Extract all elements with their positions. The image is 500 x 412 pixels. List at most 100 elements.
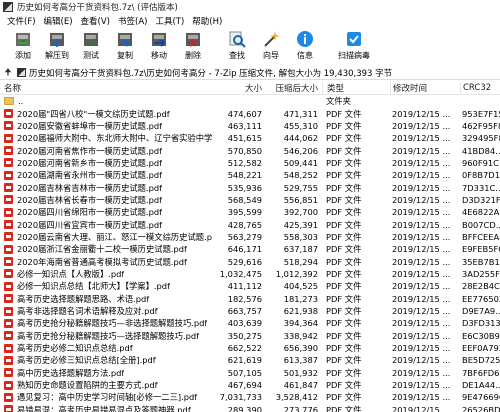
column-header-type[interactable]: 类型 bbox=[322, 82, 390, 94]
menu-bookmarks[interactable]: 书签(A) bbox=[114, 15, 151, 27]
file-crc: 9E476696 bbox=[462, 392, 500, 403]
file-name: 高考历史抢分秘籍解题技巧—非选择题解题技巧.pdf bbox=[17, 318, 208, 329]
file-row[interactable]: 2020届河南省焦作市一模历史试题.pdf 570,850 546,206 PDF 文… bbox=[0, 144, 500, 156]
file-row[interactable]: 高考历史选择题解题思路、术语.pdf 182,576 181,273 PDF 文件 20… bbox=[0, 293, 500, 305]
pdf-file-icon bbox=[4, 269, 13, 279]
file-crc: EEF0A792 bbox=[462, 343, 500, 354]
file-size: 428,765 bbox=[227, 219, 262, 230]
column-header-size[interactable]: 大小 bbox=[212, 82, 264, 94]
column-header-modified[interactable]: 修改时间 bbox=[390, 82, 460, 94]
file-row[interactable]: 2020年海南省普通高考模拟考试历史试题.pdf 529,616 518,294 PD… bbox=[0, 255, 500, 267]
file-row[interactable]: 高考历史必修二知识点总结.pdf 662,522 656,390 PDF 文件 2019… bbox=[0, 342, 500, 354]
file-row[interactable]: 高考非选择题名词术语解释及应对.pdf 663,757 621,938 PDF 文件 2… bbox=[0, 305, 500, 317]
file-row[interactable]: 2020届"四省八校"一模文综历史试题.pdf 474,607 471,311 PDF… bbox=[0, 107, 500, 119]
pdf-file-icon bbox=[4, 183, 13, 193]
address-field[interactable]: 历史如何考高分干货资料包.7z\历史如何考高分 - 7-Zip 压缩文件, 解包… bbox=[17, 67, 498, 79]
column-header-name[interactable]: 名称 bbox=[0, 82, 212, 94]
file-rows: .. 文件夹 2020届"四省八校"一模文综历史试题.pdf 474,607 471,3… bbox=[0, 95, 500, 412]
file-row[interactable]: 2020届福师大附中、东北师大附中、辽宁省实验中学一... 451,615 444,… bbox=[0, 132, 500, 144]
file-name-cell: 2020届四川省绵阳市一模历史试题.pdf bbox=[0, 206, 212, 218]
menu-edit[interactable]: 编辑(E) bbox=[40, 15, 77, 27]
extract-button[interactable]: 解压到 bbox=[40, 28, 74, 64]
file-row[interactable]: 2020届浙江省金丽衢十二校一模历史试题.pdf 646,171 637,187 PD… bbox=[0, 243, 500, 255]
file-row[interactable]: 2020届吉林省吉林市一模历史试题.pdf 535,936 529,755 PDF 文… bbox=[0, 181, 500, 193]
file-packed-size: 273,776 bbox=[283, 404, 318, 412]
column-header-crc[interactable]: CRC32 bbox=[460, 83, 500, 93]
file-row[interactable]: 2020届安徽省蚌埠市一模历史试题.pdf 463,111 455,310 PDF 文… bbox=[0, 120, 500, 132]
file-name-cell: 2020届四川省宜宾市一模历史试题.pdf bbox=[0, 219, 212, 231]
file-name: 熟知历史命题设置陷阱的主要方式.pdf bbox=[17, 380, 158, 391]
file-type: PDF 文件 bbox=[326, 108, 362, 119]
file-type: PDF 文件 bbox=[326, 293, 362, 304]
file-name-cell: 2020届湖南省永州市一模历史试题.pdf bbox=[0, 169, 212, 181]
copy-button[interactable]: 复制 bbox=[108, 28, 142, 64]
file-type: PDF 文件 bbox=[326, 343, 362, 354]
info-button[interactable]: 信息 bbox=[288, 28, 322, 64]
extract-icon bbox=[50, 33, 64, 48]
file-row[interactable]: 高考历史必修三知识点总结[全册].pdf 621,619 613,387 PDF 文件… bbox=[0, 354, 500, 366]
test-label: 测试 bbox=[83, 51, 99, 60]
file-modified: 2019/12/15 ... bbox=[392, 256, 451, 267]
add-button[interactable]: 添加 bbox=[6, 28, 40, 64]
file-packed-size: 529,755 bbox=[283, 182, 318, 193]
file-modified: 2019/12/15 ... bbox=[392, 194, 451, 205]
wizard-button[interactable]: 向导 bbox=[254, 28, 288, 64]
column-header-packed-size[interactable]: 压缩后大小 bbox=[264, 82, 322, 94]
file-name: 2020届河南省新乡市一模历史试题.pdf bbox=[17, 157, 163, 168]
virus-scan-button[interactable]: 扫描病毒 bbox=[332, 28, 376, 64]
file-modified: 2019/12/15 ... bbox=[392, 330, 451, 341]
menu-view[interactable]: 查看(V) bbox=[77, 15, 114, 27]
file-row[interactable]: 高考历史抢分秘籍解题技巧—选择题解题技巧.pdf 350,275 338,942 PD… bbox=[0, 330, 500, 342]
file-row[interactable]: 2020届河南省新乡市一模历史试题.pdf 512,582 509,441 PDF 文… bbox=[0, 157, 500, 169]
file-size: 411,112 bbox=[227, 281, 262, 292]
delete-button[interactable]: 删除 bbox=[176, 28, 210, 64]
find-button[interactable]: 查找 bbox=[220, 28, 254, 64]
file-row[interactable]: 易错易混：高考历史易错易混点及答题神器.pdf 289,390 273,776 PDF… bbox=[0, 404, 500, 412]
move-button[interactable]: 移动 bbox=[142, 28, 176, 64]
file-row[interactable]: 必修一知识点总结【北师大】【学案】.pdf 411,112 404,525 PDF 文… bbox=[0, 280, 500, 292]
file-row[interactable]: 2020届四川省绵阳市一模历史试题.pdf 395,599 392,700 PDF 文… bbox=[0, 206, 500, 218]
file-row[interactable]: 2020届吉林省长春市一模历史试题.pdf 568,549 556,851 PDF 文… bbox=[0, 194, 500, 206]
file-name: .. bbox=[18, 96, 24, 107]
file-row[interactable]: 2020届云南省大理、丽江、怒江一模文综历史试题.pdf 563,279 558,3… bbox=[0, 231, 500, 243]
pdf-file-icon bbox=[4, 281, 13, 291]
file-name-cell: 2020届福师大附中、东北师大附中、辽宁省实验中学一... bbox=[0, 132, 212, 144]
file-row[interactable]: 2020届湖南省永州市一模历史试题.pdf 548,221 548,252 PDF 文… bbox=[0, 169, 500, 181]
menu-file[interactable]: 文件(F) bbox=[3, 15, 40, 27]
pdf-file-icon bbox=[4, 244, 13, 254]
file-crc: 953E7F15 bbox=[462, 108, 500, 119]
file-packed-size: 501,932 bbox=[283, 367, 318, 378]
file-crc: BFFCEEA4 bbox=[462, 231, 500, 242]
file-name-cell: 2020届吉林省长春市一模历史试题.pdf bbox=[0, 194, 212, 206]
file-row[interactable]: 高中历史选择题解题方法.pdf 507,105 501,932 PDF 文件 2019/… bbox=[0, 367, 500, 379]
file-row[interactable]: 必修一知识点【人教版】.pdf 1,032,475 1,012,392 PDF 文件 2… bbox=[0, 268, 500, 280]
file-name: 必修一知识点【人教版】.pdf bbox=[17, 268, 125, 279]
file-size: 474,607 bbox=[227, 108, 262, 119]
file-row[interactable]: 遇见复习：高中历史学习时间轴[必修一二三].pdf 7,031,733 3,528,… bbox=[0, 391, 500, 403]
delete-label: 删除 bbox=[185, 51, 201, 60]
menu-bar: 文件(F) 编辑(E) 查看(V) 书签(A) 工具(T) 帮助(H) bbox=[0, 14, 500, 28]
file-name: 2020届吉林省长春市一模历史试题.pdf bbox=[17, 194, 163, 205]
file-type: PDF 文件 bbox=[326, 281, 362, 292]
file-size: 289,390 bbox=[227, 404, 262, 412]
file-name-cell: 2020届浙江省金丽衢十二校一模历史试题.pdf bbox=[0, 243, 212, 255]
move-icon bbox=[152, 33, 166, 47]
file-row[interactable]: 熟知历史命题设置陷阱的主要方式.pdf 467,694 461,847 PDF 文件 2… bbox=[0, 379, 500, 391]
menu-help[interactable]: 帮助(H) bbox=[188, 15, 226, 27]
file-modified: 2019/12/15 ... bbox=[392, 145, 451, 156]
file-modified: 2019/12/15 ... bbox=[392, 392, 451, 403]
file-size: 570,850 bbox=[227, 145, 262, 156]
virus-scan-icon bbox=[347, 32, 361, 46]
folder-icon bbox=[4, 97, 14, 106]
file-row[interactable]: 高考历史抢分秘籍解题技巧—非选择题解题技巧.pdf 403,639 394,364 P… bbox=[0, 317, 500, 329]
test-button[interactable]: 测试 bbox=[74, 28, 108, 64]
file-modified: 2019/12/15 ... bbox=[392, 219, 451, 230]
file-modified: 2019/12/15 ... bbox=[392, 170, 451, 181]
file-type: PDF 文件 bbox=[326, 120, 362, 131]
up-folder-button[interactable]: 🠉 bbox=[2, 67, 14, 79]
menu-tools[interactable]: 工具(T) bbox=[151, 15, 188, 27]
pdf-file-icon bbox=[4, 109, 13, 119]
file-modified: 2019/12/15 ... bbox=[392, 157, 451, 168]
file-row[interactable]: .. 文件夹 bbox=[0, 95, 500, 107]
file-row[interactable]: 2020届四川省宜宾市一模历史试题.pdf 428,765 425,391 PDF 文… bbox=[0, 218, 500, 230]
